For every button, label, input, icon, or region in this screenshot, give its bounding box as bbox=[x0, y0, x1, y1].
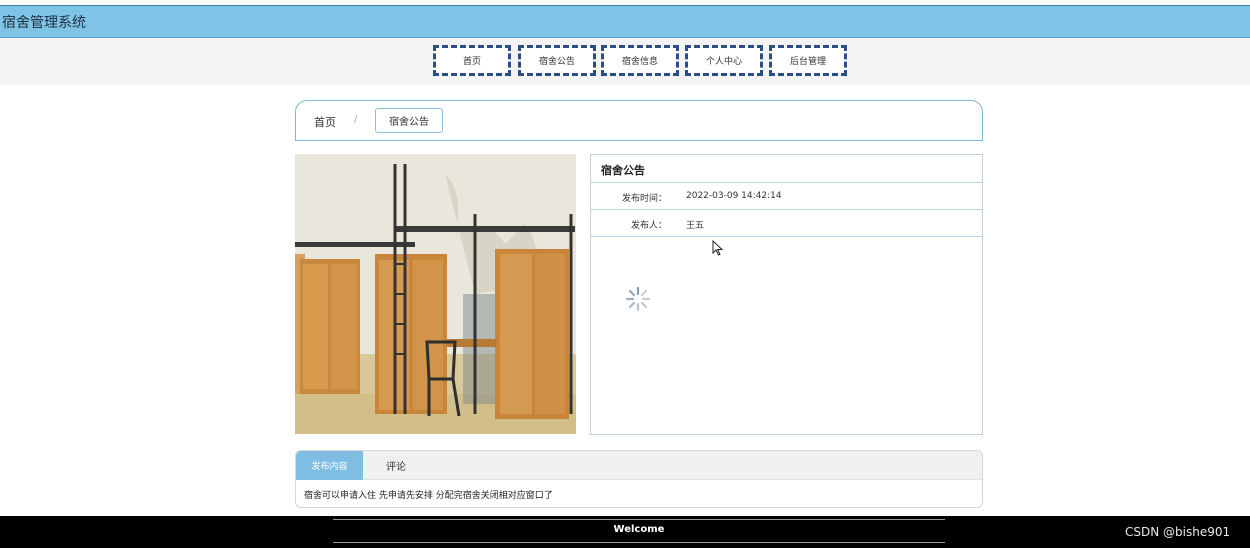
breadcrumb-home[interactable]: 首页 bbox=[314, 114, 336, 130]
dorm-photo bbox=[295, 154, 576, 434]
tabs-header: 发布内容 评论 bbox=[296, 451, 982, 480]
breadcrumb: 首页 / 宿舍公告 bbox=[295, 100, 983, 141]
publisher-value: 王五 bbox=[686, 221, 705, 231]
breadcrumb-current[interactable]: 宿舍公告 bbox=[375, 108, 443, 133]
nav-admin[interactable]: 后台管理 bbox=[769, 45, 847, 76]
loading-spinner-icon bbox=[625, 286, 651, 312]
footer-bar: Welcome CSDN @bishe901 bbox=[0, 516, 1250, 548]
watermark: CSDN @bishe901 bbox=[1125, 525, 1231, 539]
app-title: 宿舍管理系统 bbox=[2, 15, 86, 31]
footer-welcome: Welcome bbox=[613, 524, 665, 535]
publish-content-text: 宿舍可以申请入住 先申请先安排 分配完宿舍关闭相对应窗口了 bbox=[304, 491, 553, 501]
notice-title: 宿舍公告 bbox=[591, 155, 982, 183]
footer-divider-bottom bbox=[333, 542, 945, 543]
publisher-row: 发布人： 王五 bbox=[591, 210, 982, 237]
page: 宿舍管理系统 首页 宿舍公告 宿舍信息 个人中心 后台管理 首页 / 宿舍公告 bbox=[0, 0, 1250, 548]
nav-dorm-info[interactable]: 宿舍信息 bbox=[601, 45, 679, 76]
tab-comments[interactable]: 评论 bbox=[376, 451, 416, 480]
publish-time-row: 发布时间： 2022-03-09 14:42:14 bbox=[591, 183, 982, 210]
notice-info-panel: 宿舍公告 发布时间： 2022-03-09 14:42:14 发布人： 王五 bbox=[590, 154, 983, 435]
top-header-bar: 宿舍管理系统 bbox=[0, 5, 1250, 38]
footer-divider-top bbox=[333, 519, 945, 520]
nav-home[interactable]: 首页 bbox=[433, 45, 511, 76]
nav-dorm-notice[interactable]: 宿舍公告 bbox=[518, 45, 596, 76]
content-tabs: 发布内容 评论 宿舍可以申请入住 先申请先安排 分配完宿舍关闭相对应窗口了 bbox=[295, 450, 983, 508]
dorm-room-image bbox=[295, 154, 576, 434]
mouse-cursor-icon bbox=[712, 240, 724, 256]
publish-time-value: 2022-03-09 14:42:14 bbox=[686, 191, 782, 201]
breadcrumb-separator: / bbox=[354, 114, 358, 125]
nav-personal-center[interactable]: 个人中心 bbox=[685, 45, 763, 76]
publish-time-label: 发布时间： bbox=[621, 194, 667, 204]
publisher-label: 发布人： bbox=[630, 221, 667, 231]
tab-publish-content[interactable]: 发布内容 bbox=[296, 451, 363, 480]
